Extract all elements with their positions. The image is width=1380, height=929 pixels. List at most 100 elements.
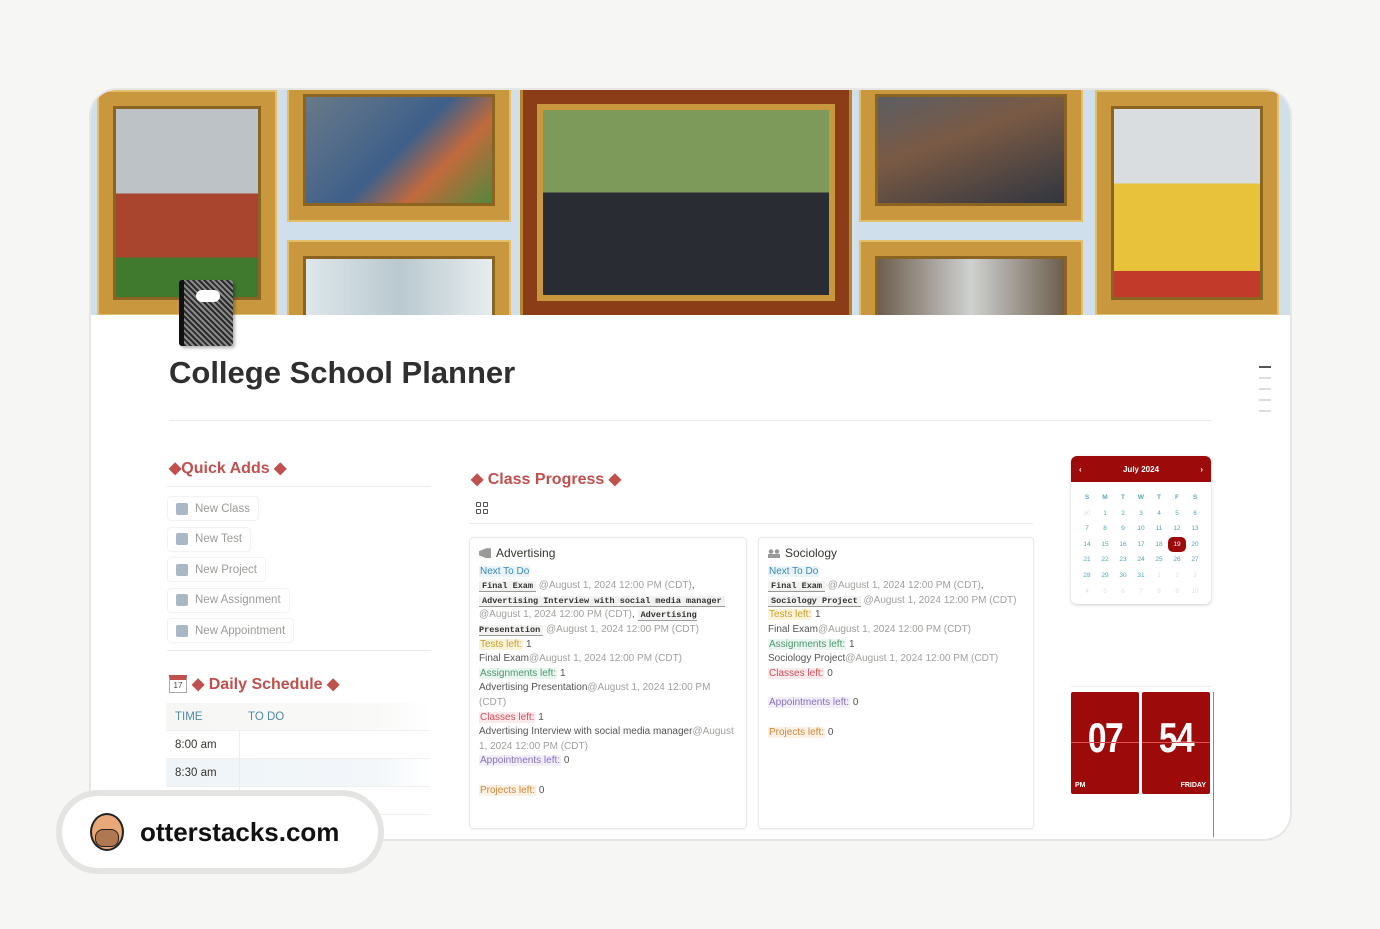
next-to-do-label: Next To Do <box>768 565 820 577</box>
assignments-left-count: 1 <box>559 667 566 679</box>
calendar-day[interactable]: 21 <box>1078 552 1096 568</box>
tests-left-count: 1 <box>815 609 821 621</box>
new-project-button[interactable]: New Project <box>167 557 266 582</box>
divider <box>169 420 1212 421</box>
calendar-day-other-month[interactable]: 8 <box>1150 584 1168 600</box>
relation-chip[interactable]: Sociology Project <box>768 595 861 607</box>
calendar-day[interactable]: 28 <box>1078 568 1096 584</box>
appointments-left-label: Appointments left: <box>768 697 851 709</box>
calendar-day[interactable]: 7 <box>1078 521 1096 537</box>
time-cell[interactable]: 8:00 am <box>166 731 240 758</box>
classes-left-label: Classes left: <box>479 711 536 723</box>
calendar-day-other-month[interactable]: 9 <box>1168 584 1186 600</box>
classes-left-count: 0 <box>827 667 833 679</box>
calendar-day-other-month[interactable]: 1 <box>1150 568 1168 584</box>
quick-adds-heading: ◆Quick Adds ◆ <box>169 460 287 477</box>
calendar-day[interactable]: 18 <box>1150 537 1168 553</box>
calendar-day[interactable]: 29 <box>1096 568 1114 584</box>
calendar-month: July 2024 <box>1122 464 1160 474</box>
calendar-day[interactable]: 27 <box>1186 552 1204 568</box>
calendar-day[interactable]: 26 <box>1168 552 1186 568</box>
classes-left-count: 1 <box>538 711 544 723</box>
calendar-day-other-month[interactable]: 4 <box>1078 584 1096 600</box>
calendar-day[interactable]: 17 <box>1132 537 1150 553</box>
calendar-day-other-month[interactable]: 7 <box>1132 584 1150 600</box>
gallery-view-icon[interactable] <box>476 502 488 514</box>
column-header-todo[interactable]: TO DO <box>240 703 430 730</box>
card-title: Sociology <box>768 546 1024 561</box>
calendar-day-other-month[interactable]: 6 <box>1114 584 1132 600</box>
calendar-day-other-month[interactable]: 2 <box>1168 568 1186 584</box>
calendar-day[interactable]: 4 <box>1150 506 1168 522</box>
calendar-day[interactable]: 9 <box>1114 521 1132 537</box>
assignment-icon <box>176 594 188 606</box>
assignments-left-label: Assignments left: <box>768 638 847 650</box>
divider <box>167 486 431 487</box>
relation-chip[interactable]: Final Exam <box>479 581 537 593</box>
tests-left-count: 1 <box>526 638 532 650</box>
relation-chip[interactable]: Advertising Interview with social media … <box>479 595 725 607</box>
clock-minutes: 54 <box>1158 714 1195 761</box>
calendar-day[interactable]: 10 <box>1132 521 1150 537</box>
calendar-header: ‹ July 2024 › <box>1071 456 1211 482</box>
calendar-day[interactable]: 11 <box>1150 521 1168 537</box>
watermark-badge: otterstacks.com <box>62 796 378 868</box>
divider <box>469 523 1033 524</box>
assignments-left-label: Assignments left: <box>479 667 558 679</box>
calendar-day[interactable]: 22 <box>1096 552 1114 568</box>
new-class-button[interactable]: New Class <box>167 496 259 521</box>
calendar-day[interactable]: 25 <box>1150 552 1168 568</box>
calendar-day-other-month[interactable]: 3 <box>1186 568 1204 584</box>
class-card-sociology[interactable]: Sociology Next To Do Final Exam @August … <box>758 537 1034 829</box>
cover-image[interactable] <box>91 90 1290 315</box>
todo-cell[interactable] <box>240 759 430 786</box>
calendar-day[interactable]: 15 <box>1096 537 1114 553</box>
calendar-day[interactable]: 5 <box>1168 506 1186 522</box>
cover-photo-graduates <box>861 90 1081 220</box>
cover-photo-students-reading <box>289 90 509 220</box>
appointments-left-count: 0 <box>563 755 570 767</box>
projects-left-count: 0 <box>538 784 545 796</box>
calendar-day[interactable]: 8 <box>1096 521 1114 537</box>
calendar-day[interactable]: 20 <box>1186 537 1204 553</box>
calendar-day[interactable]: 6 <box>1186 506 1204 522</box>
prev-month-button[interactable]: ‹ <box>1079 465 1082 474</box>
table-row: 8:00 am <box>166 731 430 759</box>
calendar-day[interactable]: 23 <box>1114 552 1132 568</box>
projects-left-count: 0 <box>827 726 834 738</box>
new-appointment-button[interactable]: New Appointment <box>167 618 295 643</box>
next-month-button[interactable]: › <box>1200 465 1203 474</box>
new-assignment-button[interactable]: New Assignment <box>167 587 290 613</box>
calendar-day-other-month[interactable]: 5 <box>1096 584 1114 600</box>
page-title[interactable]: College School Planner <box>169 355 515 391</box>
calendar-day[interactable]: 2 <box>1114 506 1132 522</box>
page-icon-notebook[interactable] <box>179 280 233 346</box>
next-to-do-label: Next To Do <box>479 565 531 577</box>
class-card-advertising[interactable]: Advertising Next To Do Final Exam @Augus… <box>469 537 747 829</box>
column-header-time[interactable]: TIME <box>166 703 240 730</box>
calendar-day-other-month[interactable]: 10 <box>1186 584 1204 600</box>
calendar-day[interactable]: 30 <box>1114 568 1132 584</box>
table-of-contents-icon[interactable] <box>1259 366 1273 421</box>
megaphone-icon <box>479 548 491 559</box>
table-header: TIME TO DO <box>166 703 430 731</box>
classes-left-label: Classes left: <box>768 667 825 679</box>
weekday-label: S <box>1084 494 1090 501</box>
time-cell[interactable]: 8:30 am <box>166 759 240 786</box>
calendar-day[interactable]: 14 <box>1078 537 1096 553</box>
calendar-day[interactable]: 13 <box>1186 521 1204 537</box>
calendar-day-other-month[interactable]: 30 <box>1078 506 1096 522</box>
calendar-day[interactable]: 1 <box>1096 506 1114 522</box>
calendar-widget: ‹ July 2024 › S M T W T F S 30 1 2 3 4 5 6 7 8 9 10 11 12 13… <box>1071 456 1211 604</box>
relation-chip[interactable]: Final Exam <box>768 581 826 593</box>
calendar-day[interactable]: 16 <box>1114 537 1132 553</box>
calendar-day[interactable]: 12 <box>1168 521 1186 537</box>
todo-cell[interactable] <box>240 731 430 758</box>
calendar-day-today[interactable]: 19 <box>1168 536 1186 553</box>
clock-period: PM <box>1075 782 1086 789</box>
new-test-button[interactable]: New Test <box>167 526 252 552</box>
weekday-label: F <box>1175 494 1179 501</box>
calendar-day[interactable]: 24 <box>1132 552 1150 568</box>
calendar-day[interactable]: 31 <box>1132 568 1150 584</box>
calendar-day[interactable]: 3 <box>1132 506 1150 522</box>
